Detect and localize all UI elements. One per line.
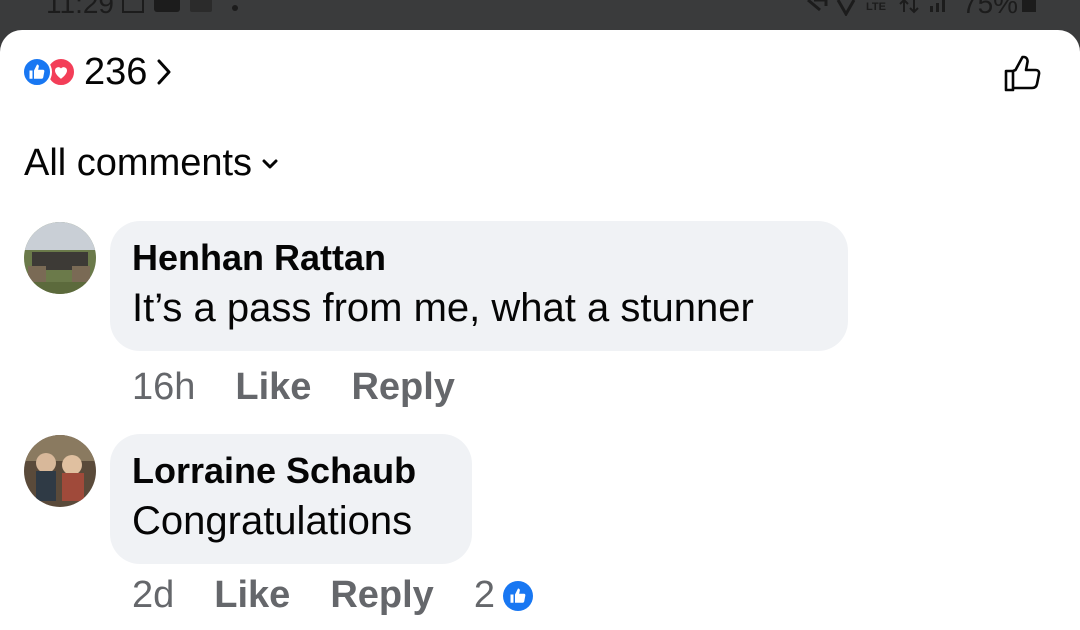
reply-button[interactable]: Reply (330, 574, 433, 617)
like-post-button[interactable] (1002, 54, 1042, 99)
reactions-summary[interactable]: 236 (22, 50, 171, 93)
comment-actions: 16h Like Reply (132, 366, 455, 409)
status-bar: 11:29 LTE 75% (0, 0, 1080, 30)
like-reaction-icon (22, 57, 52, 87)
like-button[interactable]: Like (214, 574, 290, 617)
mute-icon (806, 0, 830, 19)
comment-time[interactable]: 16h (132, 366, 195, 409)
thumbs-up-icon (1002, 55, 1042, 98)
reply-button[interactable]: Reply (351, 366, 454, 409)
comment-text: Congratulations (132, 499, 413, 543)
reaction-count: 236 (84, 50, 148, 93)
avatar[interactable] (24, 435, 96, 507)
like-button[interactable]: Like (235, 366, 311, 409)
comment-reactions[interactable]: 2 (474, 574, 533, 617)
data-arrows-icon (898, 0, 920, 19)
comment-actions: 2d Like Reply 2 (132, 574, 533, 617)
battery-level: 75% (962, 0, 1019, 19)
signal-icon (928, 0, 952, 19)
dot-icon (231, 0, 239, 18)
comment-author[interactable]: Henhan Rattan (132, 235, 826, 281)
status-time: 11:29 (46, 0, 114, 19)
chevron-right-icon (157, 59, 171, 85)
lte-icon: LTE (866, 0, 892, 19)
comment-author[interactable]: Lorraine Schaub (132, 448, 450, 494)
gallery-icon (122, 0, 144, 19)
comment-filter-dropdown[interactable]: All comments (24, 142, 278, 185)
comment-text: It’s a pass from me, what a stunner (132, 286, 754, 330)
app-notification-icon (190, 0, 212, 19)
like-reaction-icon (502, 580, 533, 611)
comment-bubble[interactable]: Lorraine Schaub Congratulations (110, 434, 472, 564)
comment-bubble[interactable]: Henhan Rattan It’s a pass from me, what … (110, 221, 848, 351)
app-notification-icon (154, 0, 180, 19)
comment-time[interactable]: 2d (132, 574, 174, 617)
avatar[interactable] (24, 222, 96, 294)
location-icon (836, 0, 856, 21)
battery-icon (1022, 0, 1038, 19)
chevron-down-icon (262, 159, 278, 169)
comment-reaction-count: 2 (473, 574, 495, 616)
svg-text:LTE: LTE (866, 1, 886, 13)
filter-label: All comments (24, 142, 253, 184)
